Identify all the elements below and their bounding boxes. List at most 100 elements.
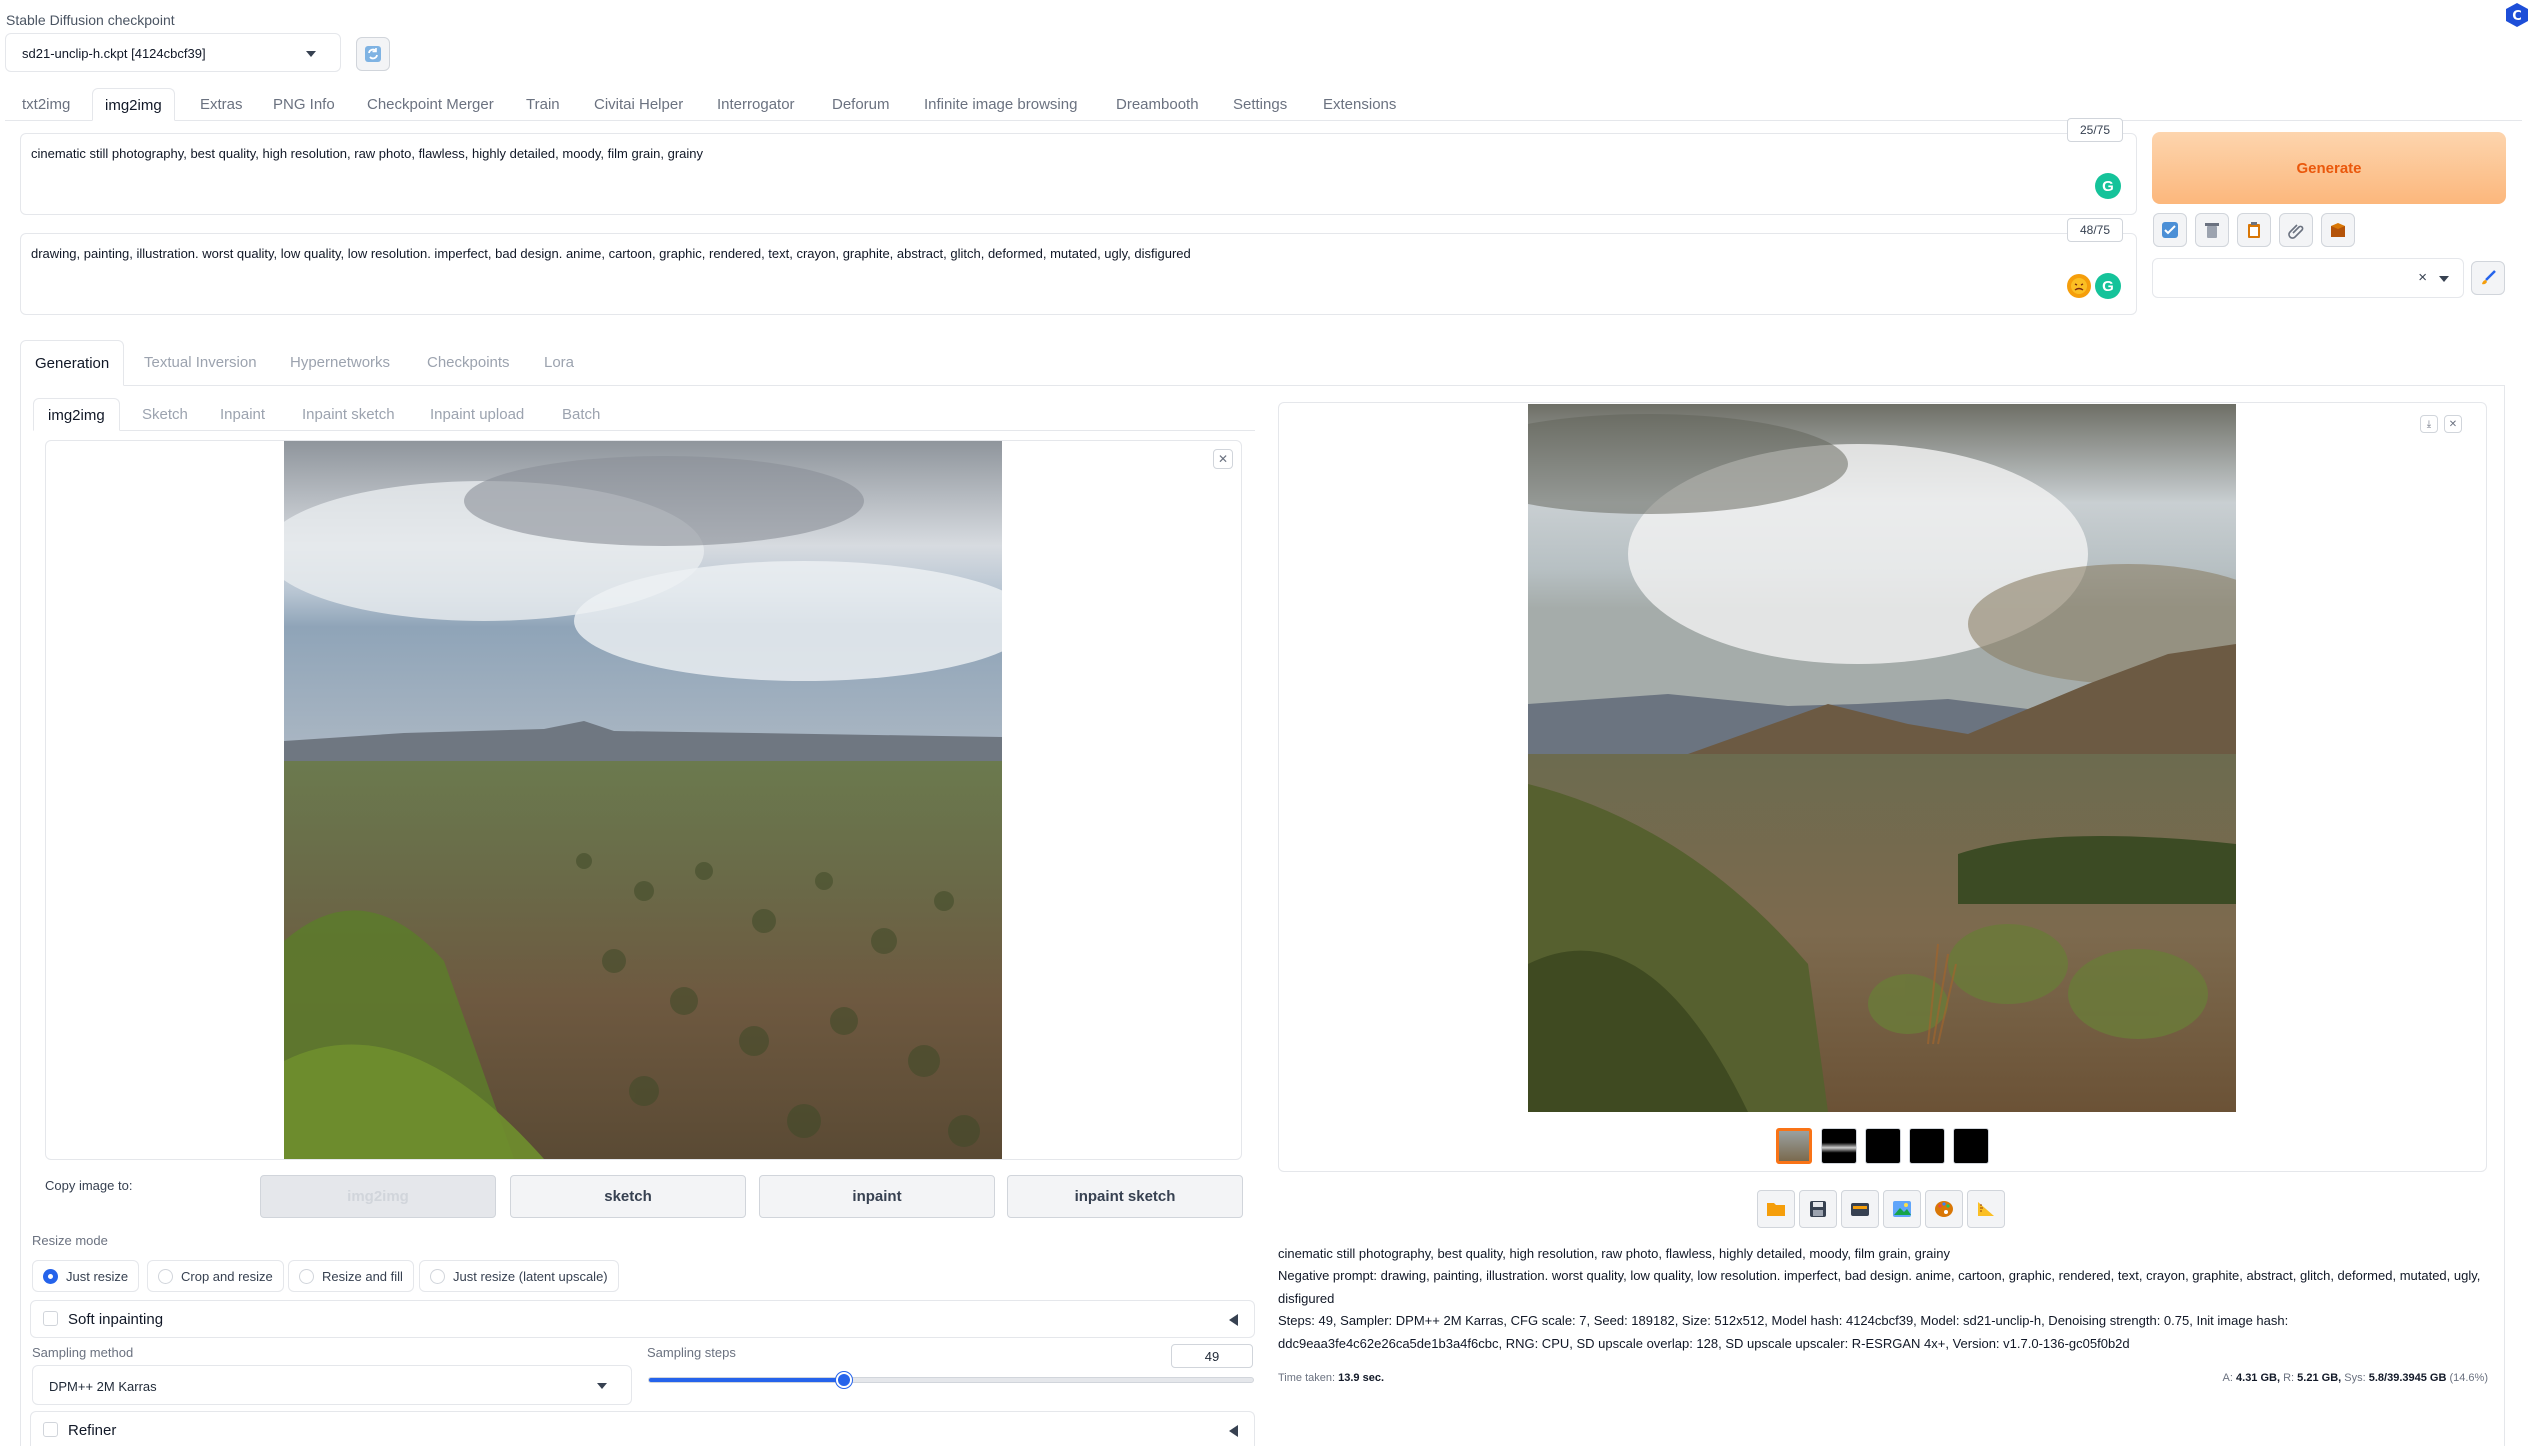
box-icon[interactable] bbox=[2321, 213, 2355, 247]
slider-thumb[interactable] bbox=[836, 1372, 852, 1388]
tab-checkpoint-merger[interactable]: Checkpoint Merger bbox=[355, 88, 506, 121]
sampling-steps-slider[interactable] bbox=[648, 1372, 1254, 1388]
chevron-down-icon bbox=[2439, 276, 2449, 282]
checkpoint-value: sd21-unclip-h.ckpt [4124cbcf39] bbox=[22, 46, 206, 61]
sampling-method-select[interactable]: DPM++ 2M Karras bbox=[32, 1365, 632, 1405]
apply-style-button[interactable] bbox=[2471, 261, 2505, 295]
grammarly-icon[interactable]: G bbox=[2095, 273, 2121, 299]
tab-hypernetworks[interactable]: Hypernetworks bbox=[276, 340, 404, 386]
sampling-method-value: DPM++ 2M Karras bbox=[49, 1379, 157, 1394]
resize-option-latent-upscale[interactable]: Just resize (latent upscale) bbox=[419, 1260, 619, 1292]
styles-select[interactable]: × bbox=[2152, 258, 2464, 298]
copy-to-sketch-button[interactable]: sketch bbox=[510, 1175, 746, 1218]
download-icon[interactable]: ⤓ bbox=[2420, 415, 2438, 433]
send-to-img2img-button[interactable] bbox=[1883, 1190, 1921, 1228]
collapse-arrow-icon[interactable] bbox=[1229, 1425, 1238, 1437]
sampling-method-label: Sampling method bbox=[32, 1345, 134, 1360]
open-folder-button[interactable] bbox=[1757, 1190, 1795, 1228]
copy-to-inpaint-button[interactable]: inpaint bbox=[759, 1175, 995, 1218]
resize-option-crop-and-resize[interactable]: Crop and resize bbox=[147, 1260, 284, 1292]
tab-deforum[interactable]: Deforum bbox=[820, 88, 902, 121]
chevron-down-icon bbox=[597, 1383, 607, 1389]
sampling-steps-label: Sampling steps bbox=[647, 1345, 736, 1360]
prompt-input[interactable]: cinematic still photography, best qualit… bbox=[20, 133, 2137, 215]
tab-sketch[interactable]: Sketch bbox=[128, 398, 202, 431]
tab-generation[interactable]: Generation bbox=[20, 340, 125, 386]
soft-inpainting-checkbox[interactable] bbox=[43, 1311, 58, 1326]
radio-unselected bbox=[299, 1269, 314, 1284]
zip-button[interactable] bbox=[1841, 1190, 1879, 1228]
output-negative-info: Negative prompt: drawing, painting, illu… bbox=[1278, 1268, 2481, 1306]
clipboard-icon[interactable] bbox=[2237, 213, 2271, 247]
gallery-thumbnail[interactable] bbox=[1821, 1128, 1857, 1164]
tab-settings[interactable]: Settings bbox=[1221, 88, 1299, 121]
refresh-checkpoint-button[interactable] bbox=[356, 37, 390, 71]
tab-infinite-image-browsing[interactable]: Infinite image browsing bbox=[912, 88, 1089, 121]
output-gallery: ⤓ ✕ bbox=[1278, 402, 2487, 1172]
clear-styles-icon[interactable]: × bbox=[2418, 269, 2427, 286]
send-to-extras-button[interactable] bbox=[1967, 1190, 2005, 1228]
close-icon[interactable]: ✕ bbox=[1213, 449, 1233, 469]
tab-checkpoints[interactable]: Checkpoints bbox=[413, 340, 524, 386]
tab-interrogator[interactable]: Interrogator bbox=[705, 88, 807, 121]
vram-percent: (14.6%) bbox=[2449, 1372, 2488, 1384]
send-to-inpaint-button[interactable] bbox=[1925, 1190, 1963, 1228]
radio-unselected bbox=[158, 1269, 173, 1284]
tab-textual-inversion[interactable]: Textual Inversion bbox=[130, 340, 271, 386]
gallery-thumbnail[interactable] bbox=[1776, 1128, 1812, 1164]
tab-batch[interactable]: Batch bbox=[548, 398, 614, 431]
grammarly-icon[interactable]: G bbox=[2095, 173, 2121, 199]
gallery-thumbnail[interactable] bbox=[1909, 1128, 1945, 1164]
tab-dreambooth[interactable]: Dreambooth bbox=[1104, 88, 1211, 121]
refresh-icon bbox=[365, 46, 381, 62]
tab-extras[interactable]: Extras bbox=[188, 88, 255, 121]
radio-label: Just resize (latent upscale) bbox=[453, 1269, 608, 1284]
tab-inpaint-upload[interactable]: Inpaint upload bbox=[416, 398, 538, 431]
paperclip-icon[interactable] bbox=[2279, 213, 2313, 247]
close-icon[interactable]: ✕ bbox=[2444, 415, 2462, 433]
negative-prompt-input[interactable]: drawing, painting, illustration. worst q… bbox=[20, 233, 2137, 315]
tab-train[interactable]: Train bbox=[514, 88, 572, 121]
radio-label: Just resize bbox=[66, 1269, 129, 1284]
tab-img2img-mode[interactable]: img2img bbox=[33, 398, 120, 431]
input-image-canvas[interactable]: ✕ bbox=[45, 440, 1242, 1160]
generate-button[interactable]: Generate bbox=[2152, 132, 2506, 204]
tab-txt2img[interactable]: txt2img bbox=[10, 88, 82, 121]
folder-icon bbox=[1767, 1203, 1785, 1216]
copy-to-img2img-button[interactable]: img2img bbox=[260, 1175, 496, 1218]
generation-stats: Time taken: 13.9 sec. A: 4.31 GB, R: 5.2… bbox=[1278, 1372, 2488, 1384]
tab-img2img[interactable]: img2img bbox=[92, 88, 175, 121]
save-button[interactable] bbox=[1799, 1190, 1837, 1228]
refiner-label: Refiner bbox=[68, 1422, 117, 1439]
collapse-arrow-icon[interactable] bbox=[1229, 1314, 1238, 1326]
paintbrush-icon bbox=[2482, 270, 2496, 285]
soft-inpainting-accordion[interactable]: Soft inpainting bbox=[30, 1300, 1255, 1338]
sampling-steps-input[interactable]: 49 bbox=[1171, 1344, 1253, 1368]
tab-inpaint[interactable]: Inpaint bbox=[206, 398, 279, 431]
checkpoint-select[interactable]: sd21-unclip-h.ckpt [4124cbcf39] bbox=[5, 33, 341, 72]
svg-text:C: C bbox=[2512, 9, 2522, 24]
resize-option-resize-and-fill[interactable]: Resize and fill bbox=[288, 1260, 414, 1292]
gallery-thumbnail[interactable] bbox=[1865, 1128, 1901, 1164]
vram-sys-value: 5.8/39.3945 GB bbox=[2368, 1372, 2447, 1384]
resize-option-just-resize[interactable]: Just resize bbox=[32, 1260, 140, 1292]
vram-r-value: 5.21 GB, bbox=[2297, 1372, 2342, 1384]
tab-inpaint-sketch[interactable]: Inpaint sketch bbox=[288, 398, 409, 431]
tab-extensions[interactable]: Extensions bbox=[1311, 88, 1408, 121]
time-taken-label: Time taken: bbox=[1278, 1372, 1336, 1384]
tab-png-info[interactable]: PNG Info bbox=[261, 88, 347, 121]
copy-image-label: Copy image to: bbox=[45, 1178, 133, 1193]
tab-civitai-helper[interactable]: Civitai Helper bbox=[582, 88, 695, 121]
trash-icon[interactable] bbox=[2195, 213, 2229, 247]
gallery-thumbnail[interactable] bbox=[1953, 1128, 1989, 1164]
output-landscape-image[interactable] bbox=[1528, 404, 2236, 1112]
input-landscape-image bbox=[284, 441, 1002, 1159]
refiner-accordion[interactable]: Refiner bbox=[30, 1411, 1255, 1446]
refiner-checkbox[interactable] bbox=[43, 1422, 58, 1437]
emoji-icon[interactable] bbox=[2067, 274, 2091, 298]
resize-mode-label: Resize mode bbox=[32, 1233, 108, 1248]
tab-lora[interactable]: Lora bbox=[530, 340, 588, 386]
copy-to-inpaint-sketch-button[interactable]: inpaint sketch bbox=[1007, 1175, 1243, 1218]
checkbox-icon[interactable] bbox=[2153, 213, 2187, 247]
chevron-down-icon bbox=[306, 51, 316, 57]
